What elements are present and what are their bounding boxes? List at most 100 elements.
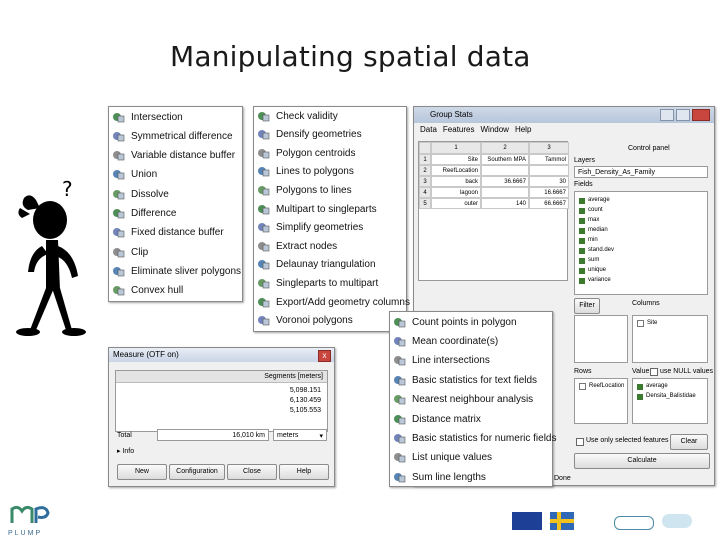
- geometry-tools-menu-item[interactable]: Lines to polygons: [257, 164, 354, 180]
- variable-buffer-icon: [112, 149, 125, 162]
- filter-box[interactable]: [574, 315, 628, 363]
- segments-table[interactable]: Segments [meters] 5,098.151 6,130.459 5,10…: [115, 370, 328, 432]
- geoprocessing-menu-item[interactable]: Union: [112, 167, 157, 183]
- mean-coordinates-icon: [393, 335, 406, 348]
- distance-matrix-icon: [393, 413, 406, 426]
- table-cell: lagoon: [431, 187, 481, 198]
- new-button[interactable]: New: [117, 464, 167, 480]
- null-checkbox[interactable]: [650, 368, 658, 376]
- geoprocessing-menu-item[interactable]: Convex hull: [112, 283, 183, 299]
- menu-features[interactable]: Features: [443, 125, 475, 134]
- layers-label: Layers: [574, 157, 596, 164]
- total-field[interactable]: 16,010 km: [157, 429, 269, 441]
- geometry-tools-menu-item[interactable]: Voronoi polygons: [257, 313, 353, 329]
- analysis-tools-menu-item[interactable]: Basic statistics for text fields: [393, 372, 537, 388]
- multipart-icon: [257, 203, 270, 216]
- field-item[interactable]: max: [579, 216, 599, 225]
- geometry-tools-menu-item[interactable]: Delaunay triangulation: [257, 257, 376, 273]
- maximize-button[interactable]: [676, 109, 690, 121]
- results-table[interactable]: 1 2 3 1 Site Southern MPA Tammol 2 ReefLocation 3…: [418, 141, 569, 281]
- fields-list[interactable]: average count max median min stand.dev sum uniq…: [574, 191, 708, 295]
- geoprocessing-menu-item[interactable]: Eliminate sliver polygons: [112, 263, 241, 279]
- column-header: 1: [431, 142, 481, 154]
- field-item[interactable]: median: [579, 226, 608, 235]
- geometry-tools-menu-item[interactable]: Singleparts to multipart: [257, 275, 378, 291]
- analysis-tools-menu-item[interactable]: Nearest neighbour analysis: [393, 392, 533, 408]
- convex-hull-icon: [112, 284, 125, 297]
- close-button[interactable]: Close: [227, 464, 277, 480]
- table-cell: 140: [481, 198, 529, 209]
- analysis-tools-menu-item[interactable]: Distance matrix: [393, 411, 481, 427]
- check-validity-icon: [257, 110, 270, 123]
- geometry-tools-menu-item[interactable]: Export/Add geometry columns: [257, 294, 410, 310]
- unit-select[interactable]: meters ▾: [273, 429, 327, 441]
- analysis-tools-menu-item-label: Nearest neighbour analysis: [412, 394, 534, 406]
- field-label: count: [588, 207, 603, 213]
- field-item[interactable]: stand.dev: [579, 246, 614, 255]
- geometry-tools-menu-item[interactable]: Multipart to singleparts: [257, 201, 377, 217]
- field-item[interactable]: min: [579, 236, 598, 245]
- close-window-button[interactable]: [692, 109, 710, 121]
- value-label: Value: [632, 368, 650, 375]
- analysis-tools-menu-item[interactable]: Mean coordinate(s): [393, 333, 498, 349]
- table-cell: Site: [431, 154, 481, 165]
- question-mark: ?: [62, 180, 73, 201]
- menu-window[interactable]: Window: [480, 125, 508, 134]
- geoprocessing-menu-item[interactable]: Fixed distance buffer: [112, 225, 224, 241]
- geometry-tools-menu-item[interactable]: Polygons to lines: [257, 182, 352, 198]
- field-item[interactable]: count: [579, 206, 603, 215]
- field-item[interactable]: average: [579, 196, 610, 205]
- value-item[interactable]: Densita_Balistidae: [637, 392, 696, 401]
- geoprocessing-menu-item[interactable]: Intersection: [112, 109, 183, 125]
- configuration-button[interactable]: Configuration: [169, 464, 225, 480]
- value-label: average: [646, 383, 668, 389]
- geoprocessing-menu-item-label: Union: [131, 169, 158, 181]
- window-title: Group Stats: [430, 110, 473, 119]
- field-item[interactable]: variance: [579, 276, 611, 285]
- columns-box[interactable]: Site: [632, 315, 708, 363]
- field-item[interactable]: unique: [579, 266, 606, 275]
- calculate-button[interactable]: Calculate: [574, 453, 710, 469]
- layers-combobox[interactable]: Fish_Density_As_Family: [574, 166, 708, 178]
- plump-logo-mark: [10, 505, 50, 523]
- analysis-tools-menu-item-label: Count points in polygon: [412, 316, 517, 328]
- geometry-tools-menu-item[interactable]: Simplify geometries: [257, 220, 363, 236]
- help-button[interactable]: Help: [279, 464, 329, 480]
- geoprocessing-menu-item[interactable]: Dissolve: [112, 186, 169, 202]
- geoprocessing-menu-item[interactable]: Difference: [112, 206, 176, 222]
- geometry-tools-menu-item[interactable]: Polygon centroids: [257, 145, 356, 161]
- geometry-tools-menu-item[interactable]: Densify geometries: [257, 127, 362, 143]
- value-box[interactable]: average Densita_Balistidae: [632, 378, 708, 424]
- analysis-tools-menu-item[interactable]: Sum line lengths: [393, 469, 486, 485]
- filter-button[interactable]: Filter: [574, 298, 600, 314]
- only-selected-checkbox[interactable]: [576, 438, 584, 446]
- analysis-tools-menu-item[interactable]: Count points in polygon: [393, 314, 517, 330]
- analysis-tools-menu-item-label: Basic statistics for text fields: [412, 374, 538, 386]
- geometry-tools-menu-item-label: Export/Add geometry columns: [276, 296, 410, 308]
- menu-data[interactable]: Data: [420, 125, 437, 134]
- centroids-icon: [257, 147, 270, 160]
- column-header: 2: [481, 142, 529, 154]
- rows-box[interactable]: ReefLocation: [574, 378, 628, 424]
- minimize-button[interactable]: [660, 109, 674, 121]
- geoprocessing-menu-item[interactable]: Clip: [112, 244, 148, 260]
- analysis-tools-menu-item[interactable]: List unique values: [393, 450, 492, 466]
- field-item[interactable]: sum: [579, 256, 599, 265]
- geometry-tools-menu-item-label: Polygons to lines: [276, 184, 352, 196]
- export-geometry-icon: [257, 296, 270, 309]
- status-text: Done: [554, 475, 571, 482]
- value-item[interactable]: average: [637, 382, 668, 391]
- info-toggle[interactable]: ▸ Info: [117, 447, 134, 455]
- geometry-tools-menu-item[interactable]: Check validity: [257, 108, 338, 124]
- analysis-tools-menu-item[interactable]: Line intersections: [393, 353, 490, 369]
- menu-help[interactable]: Help: [515, 125, 531, 134]
- field-label: average: [588, 197, 610, 203]
- geometry-tools-menu-item[interactable]: Extract nodes: [257, 238, 337, 254]
- geoprocessing-menu-item[interactable]: Variable distance buffer: [112, 148, 235, 164]
- close-icon[interactable]: x: [318, 350, 331, 362]
- analysis-tools-menu-item[interactable]: Basic statistics for numeric fields: [393, 430, 557, 446]
- measure-title: Measure (OTF on): [113, 350, 179, 359]
- value-label: Densita_Balistidae: [646, 393, 696, 399]
- geoprocessing-menu-item[interactable]: Symmetrical difference: [112, 128, 233, 144]
- clear-button[interactable]: Clear: [670, 434, 708, 450]
